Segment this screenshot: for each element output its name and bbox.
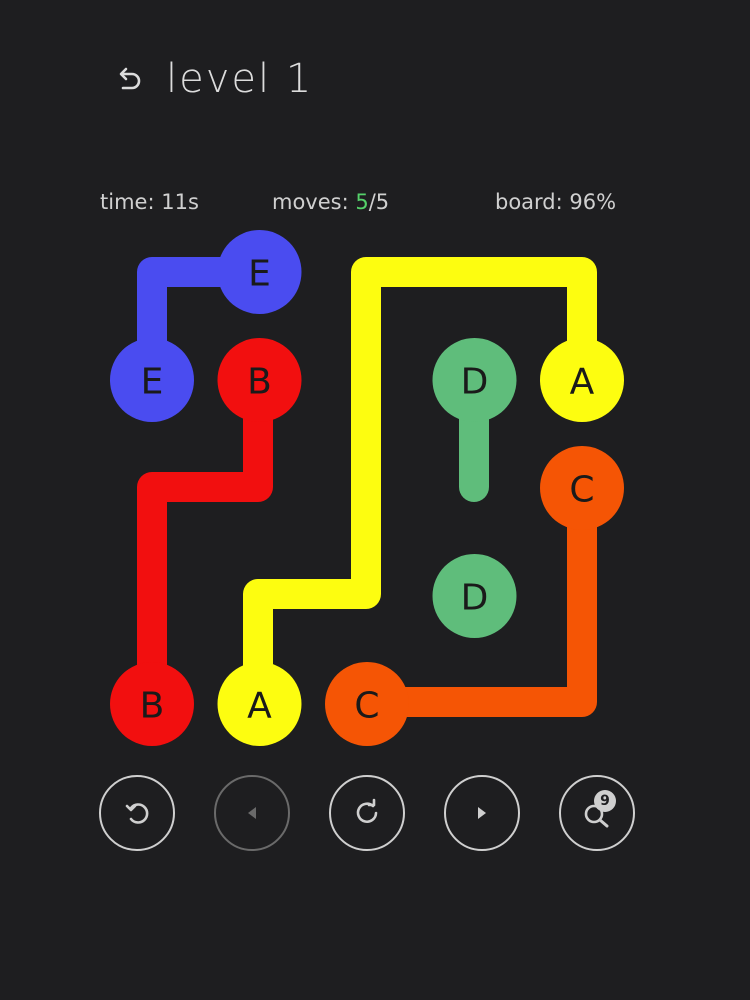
node-green-d[interactable]: D xyxy=(432,554,517,638)
node-red-b[interactable]: B xyxy=(217,338,302,422)
node-yellow-a[interactable]: A xyxy=(540,338,624,422)
node-label: B xyxy=(247,362,272,403)
undo-button[interactable] xyxy=(99,775,175,851)
node-label: D xyxy=(461,578,489,619)
node-orange-c[interactable]: C xyxy=(540,446,624,530)
path-yellow xyxy=(243,257,597,717)
node-label: C xyxy=(569,470,594,511)
path-red xyxy=(137,365,273,717)
play-left-icon xyxy=(248,807,256,819)
restart-icon xyxy=(356,798,378,823)
node-label: E xyxy=(141,362,164,403)
node-red-b[interactable]: B xyxy=(110,662,194,746)
node-label: A xyxy=(247,686,272,727)
undo-icon xyxy=(125,803,149,824)
play-right-icon xyxy=(478,807,486,819)
node-label: B xyxy=(140,686,165,727)
node-orange-c[interactable]: C xyxy=(325,662,409,746)
node-blue-e[interactable]: E xyxy=(110,338,194,422)
node-blue-e[interactable]: E xyxy=(217,230,302,314)
node-label: A xyxy=(570,362,595,403)
hint-count-badge: 9 xyxy=(594,790,616,812)
previous-level-button[interactable] xyxy=(214,775,290,851)
next-level-button[interactable] xyxy=(444,775,520,851)
controls-bar: 9 xyxy=(0,775,750,855)
node-label: D xyxy=(461,362,489,403)
hint-button[interactable]: 9 xyxy=(559,775,635,851)
node-yellow-a[interactable]: A xyxy=(217,662,302,746)
node-label: C xyxy=(354,686,379,727)
node-green-d[interactable]: D xyxy=(432,338,517,422)
paths-layer xyxy=(137,257,597,717)
restart-button[interactable] xyxy=(329,775,405,851)
node-label: E xyxy=(248,254,271,295)
